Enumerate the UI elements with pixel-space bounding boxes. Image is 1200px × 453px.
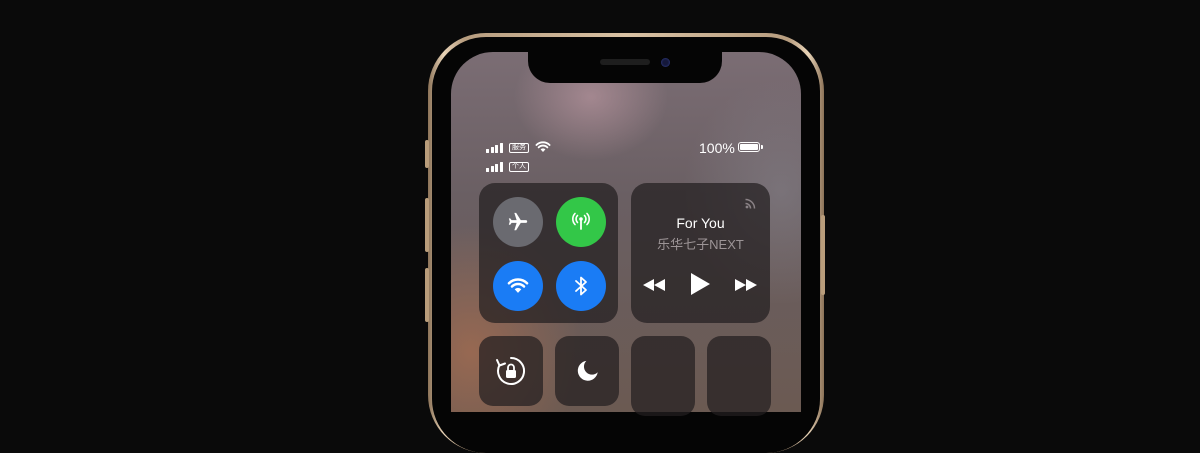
brightness-slider[interactable] xyxy=(631,336,695,416)
volume-slider[interactable] xyxy=(707,336,771,416)
bluetooth-toggle[interactable] xyxy=(556,261,606,311)
signal-strength-icon xyxy=(486,143,503,153)
wifi-toggle[interactable] xyxy=(493,261,543,311)
power-button xyxy=(821,215,825,295)
cellular-antenna-icon xyxy=(572,212,590,230)
airplay-icon xyxy=(745,198,756,209)
battery-icon xyxy=(738,142,760,152)
fast-forward-button[interactable] xyxy=(734,276,758,294)
front-camera xyxy=(661,58,670,67)
orientation-lock-button[interactable] xyxy=(479,336,543,406)
rewind-icon xyxy=(643,279,665,291)
do-not-disturb-button[interactable] xyxy=(555,336,619,406)
wifi-icon xyxy=(507,278,529,293)
airplane-mode-toggle[interactable] xyxy=(493,197,543,247)
cellular-data-toggle[interactable] xyxy=(556,197,606,247)
battery-percentage: 100% xyxy=(699,140,735,156)
fast-forward-icon xyxy=(735,279,757,291)
signal-strength-icon-2 xyxy=(486,162,503,172)
volume-up-button xyxy=(425,198,429,252)
airplane-icon xyxy=(508,212,528,231)
moon-icon xyxy=(577,360,598,381)
rewind-button[interactable] xyxy=(642,276,666,294)
volume-down-button xyxy=(425,268,429,322)
carrier-label-1: 服务 xyxy=(509,143,529,153)
play-button[interactable] xyxy=(688,271,712,297)
bluetooth-icon xyxy=(575,276,587,296)
carrier-label-2: 个人 xyxy=(509,162,529,172)
play-icon xyxy=(691,273,710,295)
orientation-lock-icon xyxy=(496,357,526,385)
earpiece-speaker xyxy=(600,59,650,65)
side-button xyxy=(425,140,429,168)
song-title: For You xyxy=(676,215,725,231)
battery-cap xyxy=(761,145,763,149)
airplay-button[interactable] xyxy=(743,195,759,211)
artist-name: 乐华七子NEXT xyxy=(657,237,744,252)
notch xyxy=(528,52,722,83)
wifi-status-icon xyxy=(535,140,551,158)
